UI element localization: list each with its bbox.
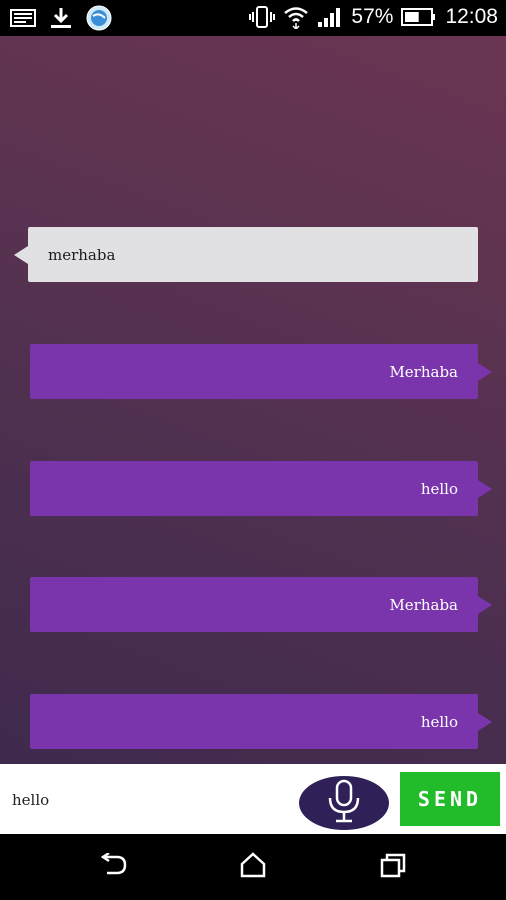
- status-bar-left: [10, 5, 112, 31]
- clock: 12:08: [445, 5, 498, 28]
- wifi-icon: [283, 5, 309, 29]
- back-button[interactable]: [98, 851, 128, 882]
- home-button[interactable]: [238, 852, 268, 882]
- battery-percent: 57%: [351, 5, 394, 28]
- status-bar-right: 57% 12:08: [249, 5, 498, 29]
- home-icon: [239, 852, 267, 882]
- send-button[interactable]: SEND: [400, 772, 500, 826]
- signal-icon: [317, 5, 343, 29]
- status-bar: 57% 12:08: [0, 0, 506, 36]
- mic-button[interactable]: [299, 776, 389, 830]
- chat-area[interactable]: merhaba Merhaba hello Merhaba hello: [0, 36, 506, 764]
- download-icon: [48, 6, 74, 30]
- message-text: Merhaba: [389, 362, 458, 381]
- message-bubble-outgoing: Merhaba: [30, 344, 492, 399]
- browser-globe-icon: [86, 5, 112, 31]
- microphone-icon: [324, 779, 364, 827]
- message-bubble-outgoing: hello: [30, 694, 492, 749]
- vibrate-icon: [249, 5, 276, 29]
- message-bubble-incoming: merhaba: [14, 227, 478, 282]
- input-bar: SEND: [0, 764, 506, 834]
- recents-button[interactable]: [378, 852, 408, 882]
- screenshot-icon: [10, 6, 36, 30]
- battery-icon: [401, 5, 437, 29]
- back-icon: [99, 851, 127, 881]
- message-bubble-outgoing: Merhaba: [30, 577, 492, 632]
- message-bubble-outgoing: hello: [30, 461, 492, 516]
- message-input[interactable]: [10, 782, 284, 818]
- recents-icon: [379, 852, 407, 882]
- message-text: Merhaba: [389, 595, 458, 614]
- navigation-bar: [0, 834, 506, 900]
- message-text: merhaba: [48, 245, 116, 264]
- message-text: hello: [420, 479, 458, 498]
- message-text: hello: [420, 712, 458, 731]
